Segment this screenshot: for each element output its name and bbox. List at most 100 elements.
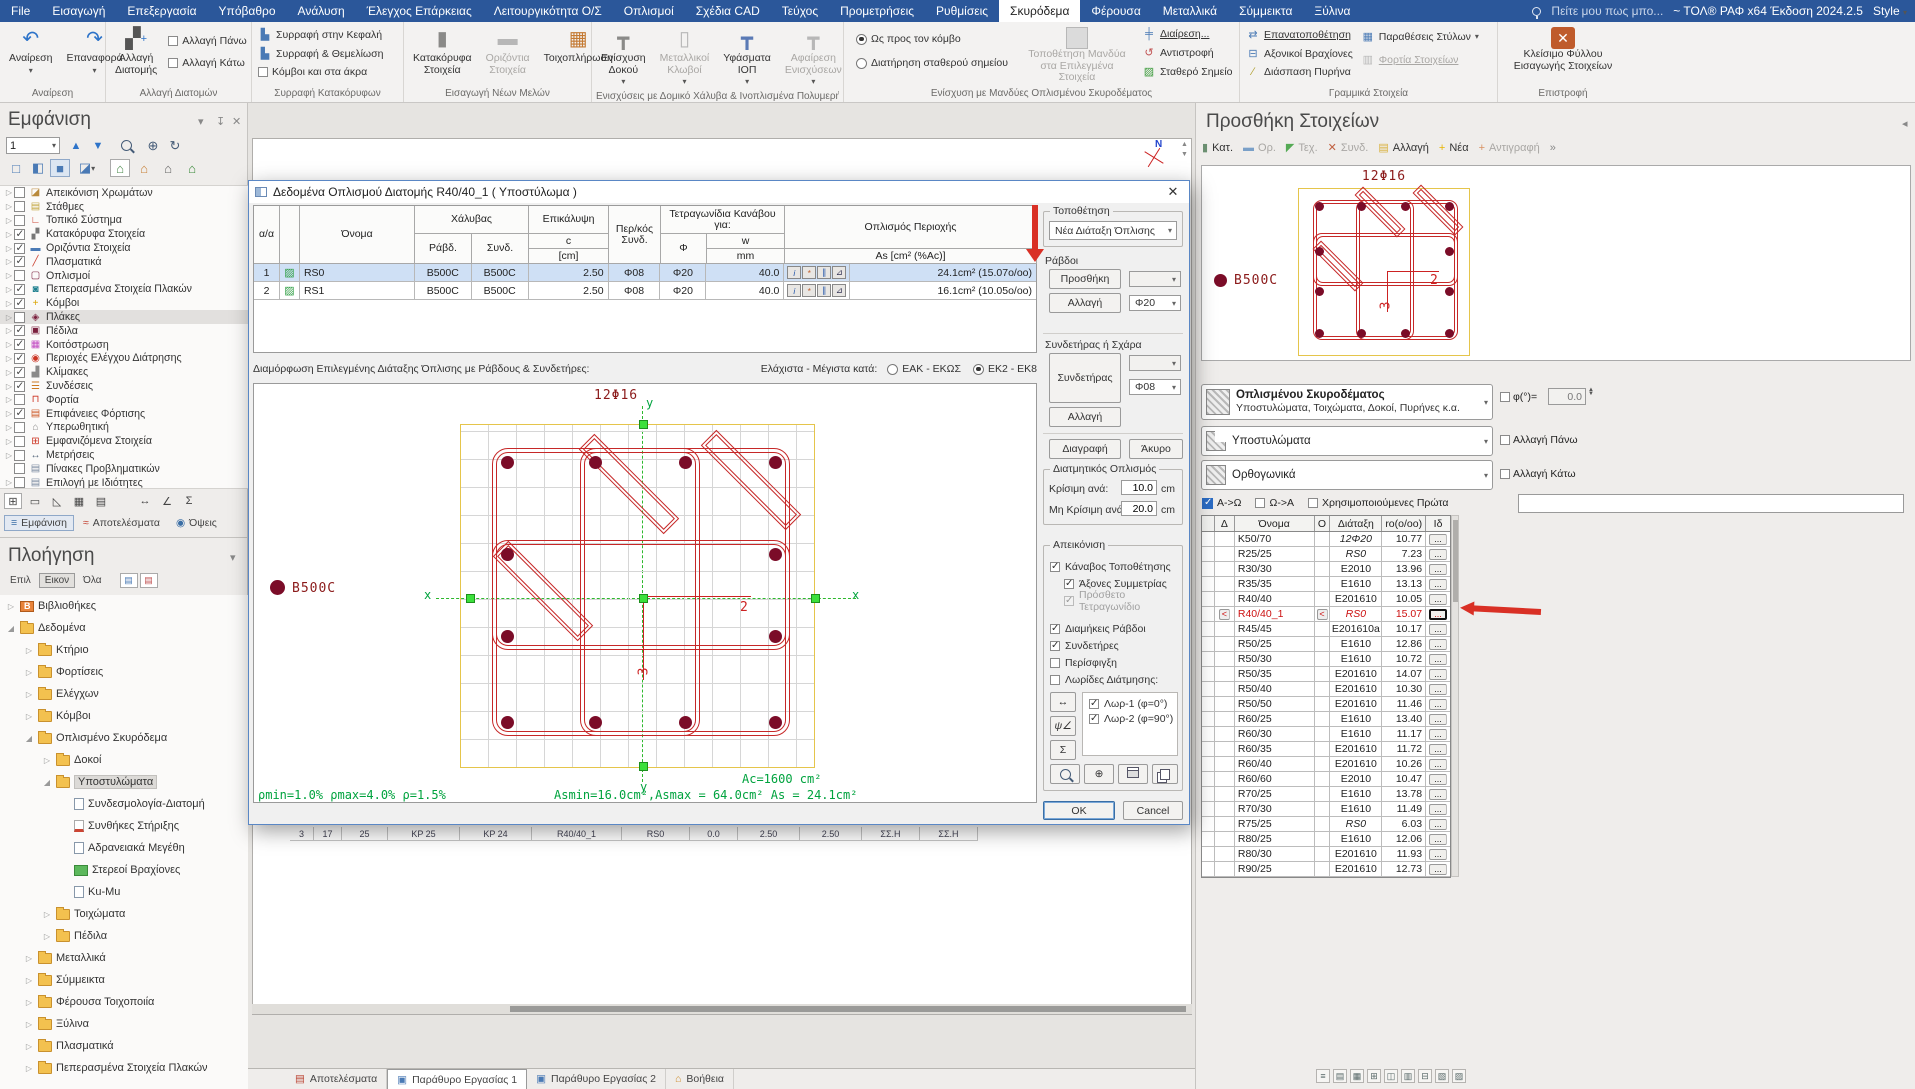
- visibility-checkbox[interactable]: [14, 270, 25, 281]
- table-tool-button[interactable]: Σ: [1050, 740, 1076, 760]
- section-row[interactable]: < R60/35 < E201610 11.72 ...: [1202, 742, 1450, 757]
- fixed-point-button[interactable]: ▨Σταθερό Σημείο: [1140, 64, 1235, 79]
- nav-tree-item[interactable]: ▷ Βιβλιοθήκες: [0, 595, 248, 617]
- nav-tree-item[interactable]: ▷ Ξύλινα: [0, 1013, 248, 1035]
- expand-arrow-icon[interactable]: ▷: [4, 230, 14, 239]
- level-combo[interactable]: 1▾: [6, 137, 60, 154]
- view-hidden-icon[interactable]: ◧: [28, 159, 48, 177]
- workspace-tab[interactable]: ▣ Παράθυρο Εργασίας 1: [387, 1069, 527, 1089]
- display-tree-item[interactable]: ▷ ▞ Κατακόρυφα Στοιχεία: [0, 227, 248, 241]
- display-tree-item[interactable]: ▷ ▢ Οπλισμοί: [0, 269, 248, 283]
- expand-arrow-icon[interactable]: ▷: [24, 646, 34, 655]
- visibility-checkbox[interactable]: [14, 422, 25, 433]
- display-tree-item[interactable]: ▷ ◙ Πεπερασμένα Στοιχεία Πλακών: [0, 283, 248, 297]
- edit-section-button[interactable]: ...: [1429, 669, 1447, 680]
- expand-arrow-icon[interactable]: ▷: [4, 216, 14, 225]
- select-grid-icon[interactable]: ▦: [70, 493, 88, 509]
- display-tree-item[interactable]: ▷ ▣ Πέδιλα: [0, 324, 248, 338]
- model-frame-icon[interactable]: ⌂: [134, 159, 154, 177]
- visibility-checkbox[interactable]: [14, 394, 25, 405]
- nav-tree-item[interactable]: ▷ Σύμμεικτα: [0, 969, 248, 991]
- display-tree-item[interactable]: ▷ ▦ Κοιτόστρωση: [0, 338, 248, 352]
- model-roof-icon[interactable]: ⌂: [182, 159, 202, 177]
- visibility-checkbox[interactable]: [14, 381, 25, 392]
- nav-tree-item[interactable]: Στερεοί Βραχίονες: [0, 859, 248, 881]
- menu-item[interactable]: Ανάλυση: [287, 0, 356, 22]
- change-bottom-checkbox[interactable]: Αλλαγή Κάτω: [166, 56, 249, 70]
- pin-icon[interactable]: ↧: [216, 115, 225, 128]
- select-add-icon[interactable]: ⊞: [4, 493, 22, 509]
- display-tree-item[interactable]: ▷ ☰ Συνδέσεις: [0, 379, 248, 393]
- edit-section-button[interactable]: ...: [1429, 654, 1447, 665]
- nav-tree-item[interactable]: ◢ Υποστυλώματα: [0, 771, 248, 793]
- section-row[interactable]: < R25/25 < RS0 7.23 ...: [1202, 547, 1450, 562]
- section-row[interactable]: < R50/35 < E201610 14.07 ...: [1202, 667, 1450, 682]
- section-row[interactable]: < R70/25 < E1610 13.78 ...: [1202, 787, 1450, 802]
- nav-tree-item[interactable]: ▷ Κόμβοι: [0, 705, 248, 727]
- expand-arrow-icon[interactable]: ▷: [4, 382, 14, 391]
- expand-arrow-icon[interactable]: ◢: [24, 734, 34, 743]
- zoom-out-button[interactable]: [1050, 764, 1080, 784]
- dimension-icon[interactable]: ↔: [136, 493, 154, 509]
- tie-diameter-value[interactable]: Φ08▾: [1129, 379, 1181, 395]
- toolbar-button[interactable]: ✕ Συνδ.: [1328, 141, 1369, 154]
- toolbar-button[interactable]: ▬ Ορ.: [1243, 142, 1276, 154]
- status-icon[interactable]: ▤: [1333, 1069, 1347, 1083]
- edit-section-button[interactable]: ...: [1429, 579, 1447, 590]
- tell-me-search[interactable]: Πείτε μου πως μπο...: [1551, 4, 1663, 18]
- edit-section-button[interactable]: ...: [1429, 684, 1447, 695]
- workspace-tab[interactable]: ▤ Αποτελέσματα: [286, 1069, 387, 1089]
- menu-item[interactable]: Οπλισμοί: [613, 0, 685, 22]
- edit-section-button[interactable]: ...: [1429, 804, 1447, 815]
- frp-fabrics-button[interactable]: ┳Υφάσματα ΙΟΠ▾: [718, 24, 776, 91]
- visibility-checkbox[interactable]: [14, 256, 25, 267]
- view-mixed-icon[interactable]: ◪▾: [74, 159, 100, 177]
- display-tree-item[interactable]: ▷ ▤ Στάθμες: [0, 200, 248, 214]
- window-1-icon[interactable]: ▤: [120, 573, 138, 588]
- menu-item[interactable]: Επεξεργασία: [116, 0, 207, 22]
- visibility-checkbox[interactable]: [14, 201, 25, 212]
- display-tree-item[interactable]: ▷ ↔ Μετρήσεις: [0, 448, 248, 462]
- edit-section-button[interactable]: ...: [1429, 729, 1447, 740]
- expand-arrow-icon[interactable]: ▷: [4, 326, 14, 335]
- visibility-checkbox[interactable]: [14, 243, 25, 254]
- edit-section-button[interactable]: ...: [1429, 744, 1447, 755]
- section-row[interactable]: < R50/50 < E201610 11.46 ...: [1202, 697, 1450, 712]
- expand-arrow-icon[interactable]: ◢: [42, 778, 52, 787]
- expand-arrow-icon[interactable]: ▷: [4, 340, 14, 349]
- select-window-icon[interactable]: ▭: [26, 493, 44, 509]
- copy-button[interactable]: [1152, 764, 1178, 784]
- section-detail-icon[interactable]: *: [802, 266, 816, 279]
- nav-tree-item[interactable]: ▷ Φορτίσεις: [0, 661, 248, 683]
- section-row[interactable]: < R60/40 < E201610 10.26 ...: [1202, 757, 1450, 772]
- visibility-checkbox[interactable]: [14, 187, 25, 198]
- edit-section-button[interactable]: ...: [1429, 834, 1447, 845]
- edit-section-button[interactable]: ...: [1429, 864, 1447, 875]
- menu-item[interactable]: Σύμμεικτα: [1228, 0, 1303, 22]
- status-icon[interactable]: ≡: [1316, 1069, 1330, 1083]
- axis-handle[interactable]: [639, 762, 648, 771]
- expand-arrow-icon[interactable]: ▷: [4, 409, 14, 418]
- menu-item[interactable]: Ρυθμίσεις: [925, 0, 999, 22]
- stitch-foundation-button[interactable]: ▙Συρραφή & Θεμελίωση: [256, 46, 385, 61]
- nav-tree-item[interactable]: Συνθήκες Στήριξης: [0, 815, 248, 837]
- change-bar-button[interactable]: Αλλαγή: [1049, 293, 1121, 313]
- menu-item[interactable]: Σκυρόδεμα: [999, 0, 1080, 22]
- nav-tree-item[interactable]: ▷ Δοκοί: [0, 749, 248, 771]
- visibility-checkbox[interactable]: [14, 284, 25, 295]
- display-tree-item[interactable]: ▷ ◈ Πλάκες: [0, 310, 248, 324]
- nav-tree-item[interactable]: Συνδεσμολογία-Διατομή: [0, 793, 248, 815]
- display-tree-item[interactable]: ▷ ⊓ Φορτία: [0, 393, 248, 407]
- menu-item[interactable]: Φέρουσα: [1080, 0, 1151, 22]
- menu-item[interactable]: Λειτουργικότητα Ο/Σ: [483, 0, 613, 22]
- close-icon[interactable]: ✕: [1163, 184, 1183, 200]
- change-bottom-checkbox[interactable]: Αλλαγή Κάτω: [1500, 468, 1576, 480]
- menu-item[interactable]: Σχέδια CAD: [685, 0, 771, 22]
- section-detail-icon[interactable]: *: [802, 284, 816, 297]
- reinforcement-row[interactable]: 1 ▨ RS0 B500C B500C 2.50 Φ08 Φ20 40.0 i …: [254, 264, 1036, 282]
- section-row[interactable]: < R70/30 < E1610 11.49 ...: [1202, 802, 1450, 817]
- zoom-previous-icon[interactable]: ↻: [166, 137, 184, 154]
- menu-item[interactable]: Τεύχος: [771, 0, 829, 22]
- nav-tree-item[interactable]: ▷ Κτήριο: [0, 639, 248, 661]
- section-row[interactable]: < R50/25 < E1610 12.86 ...: [1202, 637, 1450, 652]
